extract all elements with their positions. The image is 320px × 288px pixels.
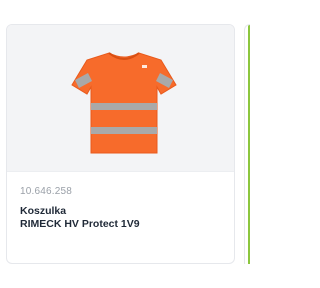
- product-title-line2: RIMECK HV Protect 1V9: [20, 218, 140, 230]
- next-product-card-edge[interactable]: [244, 24, 250, 264]
- product-card[interactable]: 10.646.258 Koszulka RIMECK HV Protect 1V…: [6, 24, 235, 264]
- waist-band: [91, 127, 157, 134]
- product-image[interactable]: [7, 25, 234, 172]
- brand-logo-mark: [142, 65, 147, 68]
- accent-bar: [248, 25, 250, 264]
- product-title[interactable]: Koszulka RIMECK HV Protect 1V9: [20, 205, 234, 231]
- chest-band: [91, 103, 157, 110]
- page: 10.646.258 Koszulka RIMECK HV Protect 1V…: [0, 0, 250, 288]
- product-sku: 10.646.258: [20, 186, 73, 197]
- card-body: 10.646.258 Koszulka RIMECK HV Protect 1V…: [7, 172, 234, 231]
- product-title-line1: Koszulka: [20, 205, 67, 217]
- tshirt-image: [71, 52, 177, 154]
